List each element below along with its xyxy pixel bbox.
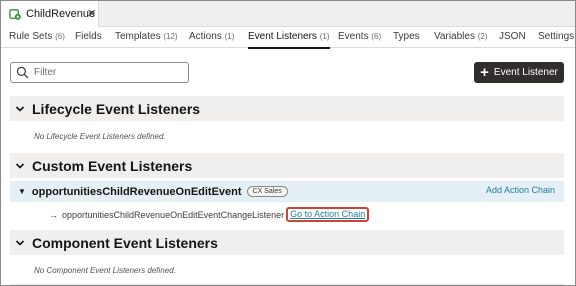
- tab-label: JSON: [499, 31, 526, 42]
- section-custom-header[interactable]: Custom Event Listeners: [10, 153, 564, 178]
- tab-label: Event Listeners: [248, 31, 317, 42]
- extension-icon: [9, 8, 21, 20]
- tab-events[interactable]: Events (6): [338, 28, 381, 48]
- section-lifecycle-title: Lifecycle Event Listeners: [32, 100, 201, 117]
- tab-count: (1): [319, 32, 330, 41]
- tab-count: (12): [163, 32, 178, 41]
- add-event-listener-button[interactable]: + Event Listener: [474, 62, 564, 83]
- tab-label: Rule Sets: [9, 31, 53, 42]
- tab-json[interactable]: JSON: [499, 28, 526, 48]
- listener-name: opportunitiesChildRevenueOnEditEventChan…: [62, 209, 285, 220]
- tab-label: Fields: [75, 31, 102, 42]
- add-event-listener-label: Event Listener: [493, 67, 558, 78]
- chevron-down-icon[interactable]: [15, 238, 25, 248]
- component-empty-message: No Component Event Listeners defined.: [34, 266, 176, 275]
- tab-count: (2): [477, 32, 488, 41]
- close-icon[interactable]: ✕: [87, 7, 96, 20]
- tab-label: Settings: [538, 31, 575, 42]
- section-component-title: Component Event Listeners: [32, 234, 218, 251]
- tab-fields[interactable]: Fields: [75, 28, 102, 48]
- search-icon: [16, 66, 29, 79]
- tab-settings[interactable]: Settings: [538, 28, 574, 48]
- tab-label: Templates: [115, 31, 161, 42]
- file-tab-label: ChildRevenue: [26, 8, 96, 20]
- event-row[interactable]: ▼ opportunitiesChildRevenueOnEditEvent C…: [10, 181, 564, 202]
- section-custom-title: Custom Event Listeners: [32, 157, 193, 174]
- tab-label: Variables: [434, 31, 475, 42]
- file-tab-strip: ChildRevenue ✕: [1, 1, 575, 27]
- section-lifecycle-header[interactable]: Lifecycle Event Listeners: [10, 96, 564, 121]
- add-action-chain-link[interactable]: Add Action Chain: [486, 185, 555, 195]
- chevron-down-icon[interactable]: [15, 161, 25, 171]
- tab-count: (1): [224, 32, 235, 41]
- divider: [10, 284, 564, 285]
- tab-event-listeners[interactable]: Event Listeners (1): [248, 28, 330, 49]
- go-to-action-chain-link[interactable]: Go to Action Chain: [286, 207, 370, 222]
- listener-row: → opportunitiesChildRevenueOnEditEventCh…: [49, 207, 370, 222]
- event-badge: CX Sales: [246, 186, 288, 197]
- filter-field[interactable]: [10, 62, 189, 83]
- section-component-header[interactable]: Component Event Listeners: [10, 230, 564, 255]
- tab-label: Events: [338, 31, 369, 42]
- plus-icon: +: [480, 63, 489, 81]
- tab-label: Actions: [189, 31, 222, 42]
- nav-tabs: Rule Sets (6) Fields Templates (12) Acti…: [1, 28, 575, 49]
- lifecycle-empty-message: No Lifecycle Event Listeners defined.: [34, 132, 166, 141]
- filter-input[interactable]: [34, 65, 184, 80]
- tab-rule-sets[interactable]: Rule Sets (6): [9, 28, 65, 48]
- tab-types[interactable]: Types: [393, 28, 420, 48]
- tab-templates[interactable]: Templates (12): [115, 28, 178, 48]
- tab-actions[interactable]: Actions (1): [189, 28, 234, 48]
- expand-triangle-icon[interactable]: ▼: [18, 187, 26, 196]
- chevron-down-icon[interactable]: [15, 104, 25, 114]
- tab-variables[interactable]: Variables (2): [434, 28, 488, 48]
- tab-label: Types: [393, 31, 420, 42]
- event-name: opportunitiesChildRevenueOnEditEvent: [31, 185, 242, 198]
- arrow-right-icon: →: [49, 209, 58, 220]
- file-tab-childrevenue[interactable]: ChildRevenue ✕: [1, 1, 99, 27]
- tab-count: (6): [371, 32, 382, 41]
- tab-count: (6): [55, 32, 65, 41]
